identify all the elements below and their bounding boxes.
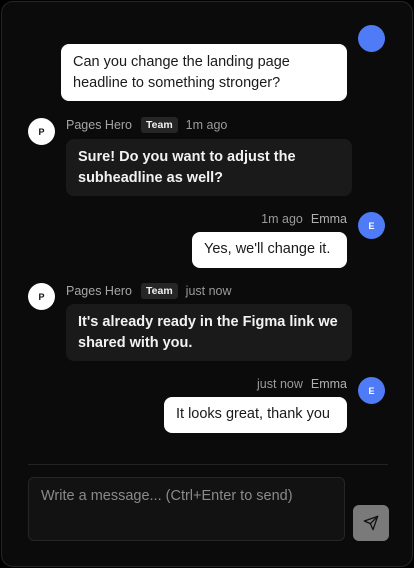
user-message-bubble: Can you change the landing page headline…: [61, 44, 347, 101]
timestamp: just now: [185, 284, 232, 298]
message-input[interactable]: [41, 488, 332, 530]
message-meta: just now Emma: [202, 375, 347, 393]
timestamp: 1m ago: [185, 118, 228, 132]
timestamp: 1m ago: [261, 212, 303, 226]
bot-avatar: P: [28, 118, 55, 145]
chat-panel: Can you change the landing page headline…: [1, 1, 413, 567]
user-message-bubble: It looks great, thank you: [164, 397, 347, 433]
user-message-bubble: Yes, we'll change it.: [192, 232, 347, 268]
message-composer: [28, 477, 345, 541]
bot-message-bubble: Sure! Do you want to adjust the subheadl…: [66, 139, 352, 196]
message-meta: Pages Hero Team 1m ago: [66, 116, 227, 134]
user-avatar: [358, 25, 385, 52]
team-badge: Team: [141, 283, 178, 299]
sender-name: Emma: [310, 377, 347, 391]
bot-message-bubble: It's already ready in the Figma link we …: [66, 304, 352, 361]
bot-avatar: P: [28, 283, 55, 310]
send-button[interactable]: [353, 505, 389, 541]
sender-name: Emma: [310, 212, 347, 226]
message-meta: 1m ago Emma: [202, 210, 347, 228]
timestamp: just now: [257, 377, 303, 391]
sender-name: Pages Hero: [66, 284, 133, 298]
team-badge: Team: [141, 117, 178, 133]
composer-divider: [28, 464, 388, 465]
sender-name: Pages Hero: [66, 118, 133, 132]
message-meta: Pages Hero Team just now: [66, 282, 232, 300]
user-avatar: E: [358, 212, 385, 239]
user-avatar: E: [358, 377, 385, 404]
message-list[interactable]: Can you change the landing page headline…: [2, 2, 412, 464]
send-icon: [363, 515, 379, 531]
